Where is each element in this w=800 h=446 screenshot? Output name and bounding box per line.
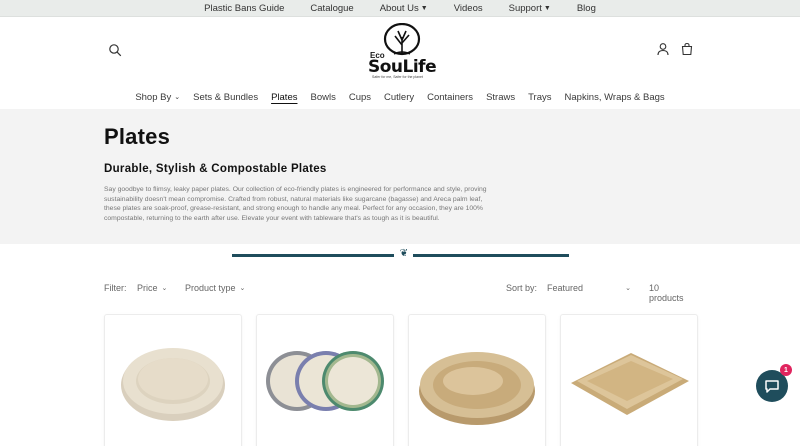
site-header: Eco SouLife Safer for me, Safer for the …: [0, 17, 800, 87]
nav-item-plates[interactable]: Plates: [271, 92, 297, 103]
nav-item-sets-bundles[interactable]: Sets & Bundles: [193, 92, 258, 103]
chevron-down-icon: ⌄: [161, 285, 168, 292]
chat-icon: [765, 380, 779, 393]
printed-plates-stack-image: [266, 351, 384, 411]
topbar-link-catalogue[interactable]: Catalogue: [310, 3, 353, 14]
chevron-down-icon: ⌄: [625, 285, 631, 292]
topbar-link-about-us[interactable]: About Us ▼: [380, 3, 428, 14]
nav-item-trays[interactable]: Trays: [528, 92, 551, 103]
product-card[interactable]: [560, 314, 698, 446]
topbar-link-plastic-bans-guide[interactable]: Plastic Bans Guide: [204, 3, 284, 14]
nav-item-napkins-wraps-bags[interactable]: Napkins, Wraps & Bags: [565, 92, 665, 103]
utility-bar: Plastic Bans Guide Catalogue About Us ▼ V…: [0, 0, 800, 17]
page-subtitle: Durable, Stylish & Compostable Plates: [104, 163, 327, 175]
sort-label: Sort by:: [506, 283, 538, 293]
account-icon[interactable]: [656, 42, 670, 56]
palm-leaf-square-plate-image: [571, 353, 689, 415]
divider-line-right: [413, 254, 569, 257]
nav-item-cutlery[interactable]: Cutlery: [384, 92, 414, 103]
caret-down-icon: ▼: [543, 4, 551, 12]
chevron-down-icon: ⌄: [239, 285, 246, 292]
product-count: 10 products: [649, 283, 684, 303]
topbar-link-support[interactable]: Support ▼: [509, 3, 551, 14]
product-card[interactable]: [408, 314, 546, 446]
divider-line-left: [232, 254, 394, 257]
collection-description: Say goodbye to flimsy, leaky paper plate…: [104, 186, 487, 222]
chat-notification-badge: 1: [780, 364, 792, 376]
collection-banner: Plates Durable, Stylish & Compostable Pl…: [0, 109, 800, 244]
page-title: Plates: [104, 124, 171, 149]
main-nav: Shop By ⌄ Sets & Bundles Plates Bowls Cup…: [0, 87, 800, 107]
topbar-link-blog[interactable]: Blog: [577, 3, 596, 14]
filter-label: Filter:: [104, 283, 127, 293]
bagasse-round-plate-image: [121, 348, 225, 421]
sort-select[interactable]: Featured ⌄: [547, 283, 631, 293]
site-logo[interactable]: Eco SouLife Safer for me, Safer for the …: [362, 23, 438, 81]
nav-item-containers[interactable]: Containers: [427, 92, 473, 103]
chevron-down-icon: ⌄: [174, 94, 181, 101]
nav-item-straws[interactable]: Straws: [486, 92, 515, 103]
caret-down-icon: ▼: [420, 4, 428, 12]
search-icon[interactable]: [108, 43, 122, 57]
logo-tagline: Safer for me, Safer for the planet: [372, 75, 423, 79]
nav-item-cups[interactable]: Cups: [349, 92, 371, 103]
nav-item-shop-by[interactable]: Shop By ⌄: [135, 92, 180, 103]
logo-name-text: SouLife: [368, 57, 437, 77]
filter-product-type[interactable]: Product type ⌄: [185, 283, 245, 293]
product-card[interactable]: [256, 314, 394, 446]
palm-leaf-round-plate-image: [419, 352, 535, 425]
nav-item-bowls[interactable]: Bowls: [310, 92, 335, 103]
cart-icon[interactable]: [680, 42, 694, 56]
product-card[interactable]: [104, 314, 242, 446]
leaf-icon: ❦: [399, 248, 409, 259]
filter-bar: Filter: Price ⌄ Product type ⌄ Sort by: Fe…: [104, 283, 696, 303]
filter-price[interactable]: Price ⌄: [137, 283, 167, 293]
topbar-link-videos[interactable]: Videos: [454, 3, 483, 14]
